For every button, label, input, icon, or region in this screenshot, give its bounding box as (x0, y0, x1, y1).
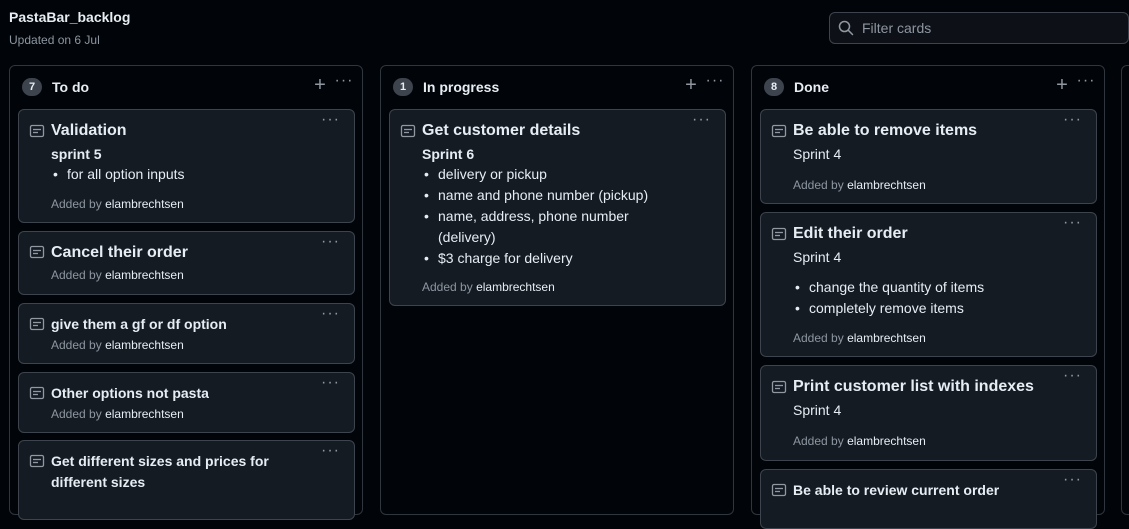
card-author[interactable]: elambrechtsen (847, 178, 926, 192)
card-added-by: Added by elambrechtsen (51, 268, 184, 282)
card-author[interactable]: elambrechtsen (105, 197, 184, 211)
card-author[interactable]: elambrechtsen (476, 280, 555, 294)
card[interactable]: Get customer details ··· Sprint 6 delive… (389, 109, 726, 306)
card-menu-button[interactable]: ··· (1063, 215, 1082, 231)
note-icon (771, 227, 787, 241)
card-sprint: Sprint 4 (793, 146, 842, 162)
column-title: To do (52, 79, 90, 95)
add-card-button[interactable]: + (1054, 75, 1070, 96)
card-title[interactable]: Get different sizes and prices for (51, 453, 269, 469)
card[interactable]: Be able to remove items ··· Sprint 4 Add… (760, 109, 1097, 204)
card-added-by: Added by elambrechtsen (51, 197, 184, 211)
column-count-badge: 1 (393, 78, 413, 96)
column-menu-button[interactable]: ··· (705, 73, 725, 95)
card[interactable]: Be able to review current order ··· (760, 469, 1097, 529)
card[interactable]: Validation ··· sprint 5 for all option i… (18, 109, 355, 223)
card-list: for all option inputs (51, 164, 185, 185)
note-icon (771, 483, 787, 497)
card-menu-button[interactable]: ··· (692, 112, 711, 128)
filter-cards-input[interactable] (862, 20, 1112, 36)
card-sprint: Sprint 4 (793, 402, 842, 418)
note-icon (771, 380, 787, 394)
card-list: change the quantity of items completely … (793, 277, 984, 319)
card-title[interactable]: give them a gf or df option (51, 316, 227, 332)
column-done: 8 Done + ··· Be able to remove items ···… (751, 65, 1105, 529)
column-menu-button[interactable]: ··· (334, 73, 354, 95)
project-header: PastaBar_backlog Updated on 6 Jul (0, 0, 1129, 60)
note-icon (771, 124, 787, 138)
column-title: In progress (423, 79, 500, 95)
card-added-by: Added by elambrechtsen (51, 407, 184, 421)
card-menu-button[interactable]: ··· (1063, 112, 1082, 128)
card-added-by: Added by elambrechtsen (422, 280, 555, 294)
card[interactable]: give them a gf or df option ··· Added by… (18, 303, 355, 364)
column-header: 7 To do + ··· (10, 66, 362, 108)
card-menu-button[interactable]: ··· (321, 112, 340, 128)
card-menu-button[interactable]: ··· (321, 443, 340, 459)
note-icon (29, 317, 45, 331)
list-item: $3 charge for delivery (422, 248, 648, 269)
note-icon (400, 124, 416, 138)
card-title[interactable]: Edit their order (793, 225, 908, 243)
card-sprint: Sprint 6 (422, 146, 475, 162)
card-added-by: Added by elambrechtsen (51, 338, 184, 352)
card-menu-button[interactable]: ··· (1063, 472, 1082, 488)
card-sprint: Sprint 4 (793, 249, 842, 265)
card-menu-button[interactable]: ··· (1063, 368, 1082, 384)
search-icon (838, 20, 854, 36)
note-icon (29, 386, 45, 400)
card-title[interactable]: Cancel their order (51, 244, 188, 262)
card-list: delivery or pickup name and phone number… (422, 164, 648, 269)
column-title: Done (794, 79, 829, 95)
note-icon (29, 245, 45, 259)
card-title[interactable]: Be able to remove items (793, 122, 977, 140)
list-item: name, address, phone number(delivery) (422, 206, 648, 248)
card-author[interactable]: elambrechtsen (847, 434, 926, 448)
filter-cards-field[interactable] (829, 12, 1129, 44)
card-author[interactable]: elambrechtsen (847, 331, 926, 345)
list-item: name and phone number (pickup) (422, 185, 648, 206)
card-title[interactable]: Get customer details (422, 122, 580, 140)
card-menu-button[interactable]: ··· (321, 306, 340, 322)
note-icon (29, 124, 45, 138)
list-item: delivery or pickup (422, 164, 648, 185)
column-header: 1 In progress + ··· (381, 66, 733, 108)
card[interactable]: Cancel their order ··· Added by elambrec… (18, 231, 355, 295)
card-title[interactable]: Print customer list with indexes (793, 378, 1034, 396)
next-column-edge (1121, 65, 1129, 515)
card-title[interactable]: Be able to review current order (793, 482, 999, 498)
add-card-button[interactable]: + (683, 75, 699, 96)
card[interactable]: Edit their order ··· Sprint 4 change the… (760, 212, 1097, 357)
card-title[interactable]: Other options not pasta (51, 385, 209, 401)
column-header: 8 Done + ··· (752, 66, 1104, 108)
card[interactable]: Get different sizes and prices for diffe… (18, 440, 355, 520)
list-item: change the quantity of items (793, 277, 984, 298)
add-card-button[interactable]: + (312, 75, 328, 96)
card-sprint: sprint 5 (51, 146, 102, 162)
list-item: completely remove items (793, 298, 984, 319)
column-count-badge: 7 (22, 78, 42, 96)
card-title[interactable]: Validation (51, 122, 127, 140)
column-in-progress: 1 In progress + ··· Get customer details… (380, 65, 734, 515)
column-todo: 7 To do + ··· Validation ··· sprint 5 fo… (9, 65, 363, 520)
list-item: for all option inputs (51, 164, 185, 185)
card-added-by: Added by elambrechtsen (793, 331, 926, 345)
card-menu-button[interactable]: ··· (321, 375, 340, 391)
column-count-badge: 8 (764, 78, 784, 96)
card-added-by: Added by elambrechtsen (793, 434, 926, 448)
card-title-line2[interactable]: different sizes (51, 474, 145, 490)
card-author[interactable]: elambrechtsen (105, 407, 184, 421)
card[interactable]: Other options not pasta ··· Added by ela… (18, 372, 355, 433)
card-author[interactable]: elambrechtsen (105, 338, 184, 352)
column-menu-button[interactable]: ··· (1076, 73, 1096, 95)
card-menu-button[interactable]: ··· (321, 234, 340, 250)
card-added-by: Added by elambrechtsen (793, 178, 926, 192)
card-author[interactable]: elambrechtsen (105, 268, 184, 282)
project-updated: Updated on 6 Jul (9, 33, 100, 47)
card[interactable]: Print customer list with indexes ··· Spr… (760, 365, 1097, 461)
note-icon (29, 454, 45, 468)
project-title[interactable]: PastaBar_backlog (9, 9, 130, 25)
